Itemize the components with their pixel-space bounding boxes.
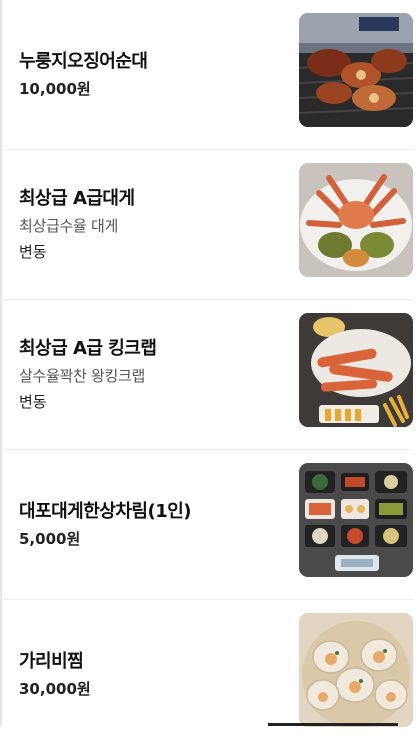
menu-item-name: 누룽지오징어순대 <box>19 50 148 72</box>
snow-crab-platter-photo[interactable] <box>299 163 413 277</box>
menu-item-price: 10,000원 <box>19 79 91 98</box>
menu-list: 누룽지오징어순대 10,000원 최상급 A급대게 최상급수율 대게 변동 최상… <box>3 0 413 750</box>
grilled-squid-sundae-photo[interactable] <box>299 13 413 127</box>
menu-item-name: 대포대게한상차림(1인) <box>19 500 192 522</box>
menu-item-price: 변동 <box>19 392 47 411</box>
menu-item[interactable]: 최상급 A급대게 최상급수율 대게 변동 <box>3 150 413 300</box>
menu-item-description: 살수율꽉찬 왕킹크랩 <box>19 366 145 385</box>
menu-item-info: 최상급 A급 킹크랩 살수율꽉찬 왕킹크랩 변동 <box>19 300 283 449</box>
menu-item-name: 최상급 A급 킹크랩 <box>19 337 157 359</box>
left-edge-divider <box>0 0 2 726</box>
king-crab-platter-photo[interactable] <box>299 313 413 427</box>
menu-item-info: 최상급 A급대게 최상급수율 대게 변동 <box>19 150 283 299</box>
menu-item-info: 누룽지오징어순대 10,000원 <box>19 0 283 149</box>
menu-item[interactable]: 누룽지오징어순대 10,000원 <box>3 0 413 150</box>
menu-item-price: 30,000원 <box>19 680 91 698</box>
menu-item-info: 대포대게한상차림(1인) 5,000원 <box>19 450 283 599</box>
menu-item-price: 5,000원 <box>19 529 81 548</box>
menu-item-name: 최상급 A급대게 <box>19 187 135 209</box>
menu-item[interactable]: 가리비찜 30,000원 <box>3 600 413 750</box>
menu-item-name: 가리비찜 <box>19 651 84 672</box>
menu-item-description: 최상급수율 대게 <box>19 216 118 235</box>
menu-item-price: 변동 <box>19 242 47 261</box>
menu-item[interactable]: 대포대게한상차림(1인) 5,000원 <box>3 450 413 600</box>
menu-item-info: 가리비찜 30,000원 <box>19 600 283 750</box>
steamed-scallops-photo[interactable] <box>299 613 413 727</box>
set-table-sides-photo[interactable] <box>299 463 413 577</box>
menu-item[interactable]: 최상급 A급 킹크랩 살수율꽉찬 왕킹크랩 변동 <box>3 300 413 450</box>
